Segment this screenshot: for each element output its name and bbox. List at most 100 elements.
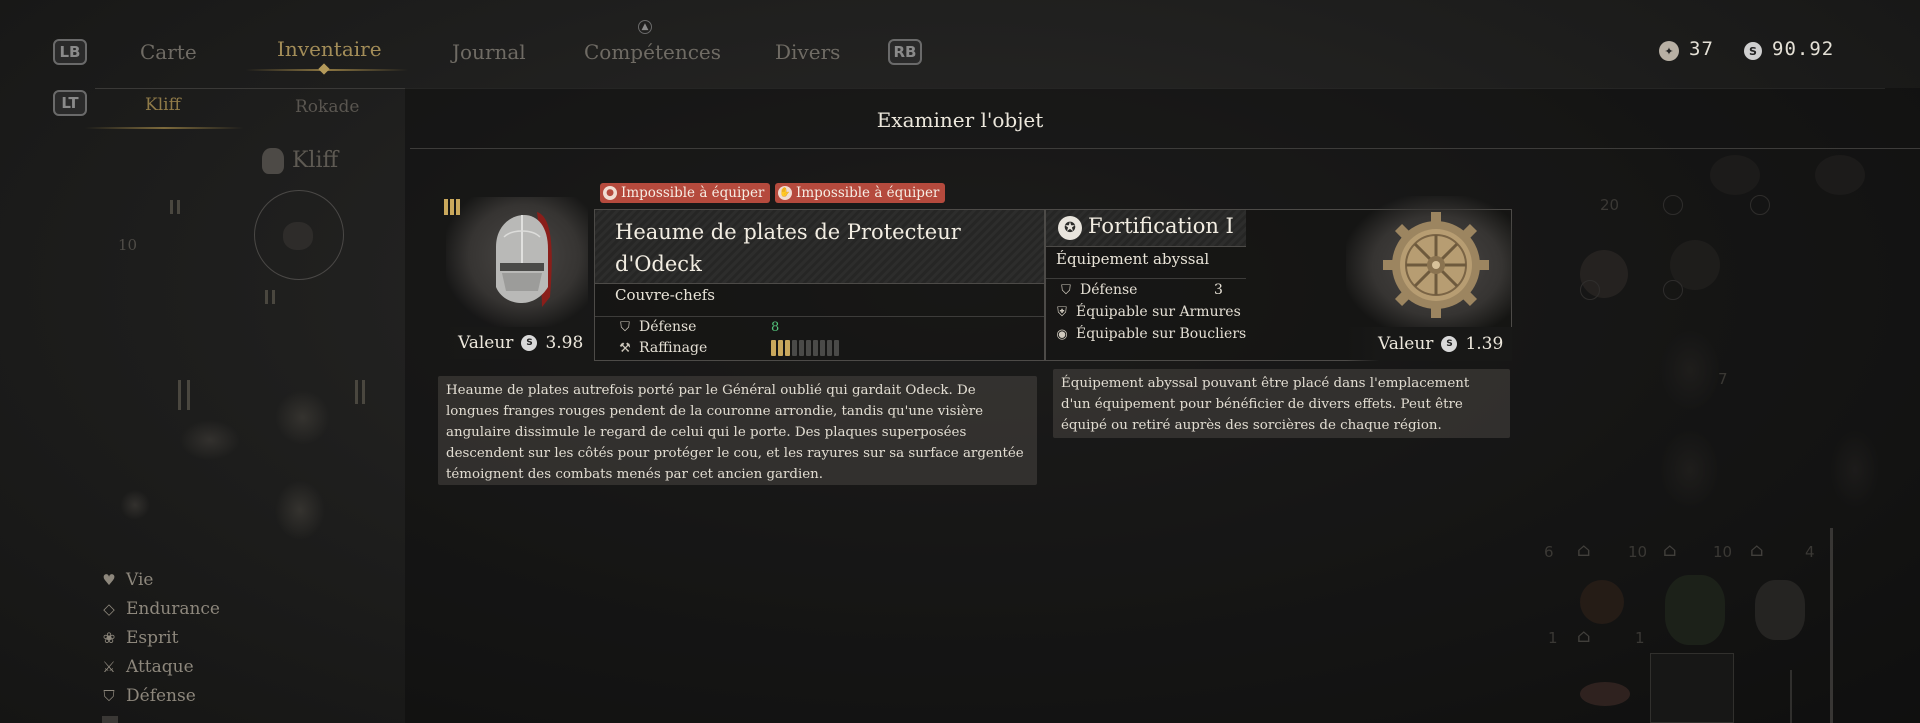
tab-journal[interactable]: Journal — [452, 40, 526, 64]
stat-esprit[interactable]: ❀ Esprit — [100, 628, 179, 648]
equipment-slot-legs[interactable] — [275, 480, 325, 540]
stamina-icon: ◇ — [103, 600, 115, 618]
helmet-icon — [496, 212, 552, 307]
item-category: Couvre-chefs — [615, 286, 715, 304]
stat-row-raffinage: ⚒ Raffinage — [617, 340, 839, 356]
refinement-pip — [799, 340, 804, 356]
stat-label: Défense — [126, 686, 196, 706]
tier-marker-icon — [355, 380, 365, 404]
silver-coin-icon: S — [1441, 336, 1458, 352]
tab-competences[interactable]: Compétences — [584, 40, 721, 64]
tab-divers[interactable]: Divers — [775, 40, 840, 64]
refinement-pip — [785, 340, 790, 356]
abyss-value: 37 — [1689, 38, 1714, 60]
abyss-item-name: Fortification I — [1088, 214, 1234, 238]
sword-icon: ⚔ — [102, 658, 116, 676]
helmet-slot-icon — [283, 222, 313, 250]
badge-label: Impossible à équiper — [796, 185, 940, 201]
rb-button[interactable]: RB — [888, 39, 922, 65]
item-image-panel: Valeur S 3.98 — [440, 187, 592, 359]
armor-icon: ⛨ — [1057, 304, 1067, 320]
silver-coin-icon: S — [1744, 42, 1762, 60]
stat-label: Raffinage — [639, 340, 708, 356]
spirit-icon: ❀ — [102, 629, 116, 647]
level-label: 10 — [118, 236, 138, 254]
refinement-pip — [820, 340, 825, 356]
abyss-category-divider — [1046, 278, 1246, 279]
tab-carte[interactable]: Carte — [140, 40, 197, 64]
abyss-item-value: Valeur S 1.39 — [1378, 327, 1503, 361]
tier-marker-icon — [170, 200, 180, 214]
equipment-slot-gloves[interactable] — [180, 420, 240, 460]
rb-label: RB — [893, 43, 917, 61]
stat-row-defense: ⛉ Défense 8 — [617, 319, 779, 335]
stat-vie[interactable]: ♥ Vie — [100, 570, 153, 590]
silver-coin-icon: S — [521, 335, 538, 351]
badge-label: Impossible à équiper — [621, 185, 765, 201]
gear-icon — [1383, 212, 1489, 318]
item-description: Heaume de plates autrefois porté par le … — [438, 376, 1037, 485]
item-info-card: Heaume de plates de Protecteur d'Odeck C… — [594, 209, 1045, 361]
stat-label: Défense — [639, 319, 697, 335]
abyss-gear-icon: ✪ — [1058, 216, 1082, 240]
abyss-header-divider — [1046, 246, 1246, 247]
refinement-pip — [792, 340, 797, 356]
helmet-silhouette-icon — [262, 148, 284, 174]
tier-marker-icon — [178, 380, 190, 410]
abyss-item-category: Équipement abyssal — [1056, 250, 1210, 268]
stat-defense[interactable]: ⛉ Défense — [100, 686, 196, 706]
shield-icon: ⛉ — [1061, 282, 1071, 298]
shield-icon: ⛉ — [620, 319, 630, 335]
stat-next-icon — [102, 716, 118, 723]
stat-label: Équipable sur Boucliers — [1076, 326, 1247, 342]
refinement-pip — [813, 340, 818, 356]
equip-restriction-badge: ● Impossible à équiper — [600, 183, 771, 203]
abyss-stat-defense: ⛉ Défense 3 — [1058, 282, 1223, 298]
item-header-divider — [595, 283, 1044, 284]
refinement-pip — [806, 340, 811, 356]
refinement-pip — [778, 340, 783, 356]
refinement-bar — [771, 340, 839, 356]
refinement-pip — [771, 340, 776, 356]
stat-label: Endurance — [126, 599, 220, 619]
equipment-slot-weapon[interactable] — [120, 490, 150, 520]
lb-label: LB — [59, 43, 81, 61]
hand-icon: ✋ — [778, 186, 792, 200]
item-category-divider — [595, 316, 1044, 317]
item-name: Heaume de plates de Protecteur d'Odeck — [615, 220, 961, 276]
tier-marker-icon — [265, 290, 275, 304]
silver-value: 90.92 — [1772, 38, 1835, 60]
abyss-item-card: ✪ Fortification I Équipement abyssal ⛉ D… — [1045, 196, 1512, 361]
abyss-coin-icon: ✦ — [1659, 41, 1679, 61]
refinement-pip — [827, 340, 832, 356]
character-name: Kliff — [292, 148, 339, 173]
abyss-item-description: Équipement abyssal pouvant être placé da… — [1053, 369, 1510, 438]
value-amount: 3.98 — [545, 333, 584, 353]
modal-title: Examiner l'objet — [876, 108, 1044, 132]
item-value: Valeur S 3.98 — [458, 327, 583, 359]
anvil-icon: ⚒ — [619, 340, 631, 356]
value-label: Valeur — [458, 333, 514, 353]
stat-label: Esprit — [126, 628, 179, 648]
abyss-equip-boucliers: ◉ Équipable sur Boucliers — [1054, 326, 1246, 342]
lb-button[interactable]: LB — [53, 39, 87, 65]
refinement-pip — [834, 340, 839, 356]
equipment-slot-chest[interactable] — [275, 390, 330, 445]
heart-icon: ♥ — [102, 571, 116, 589]
tab-inventaire[interactable]: Inventaire — [277, 37, 382, 61]
stat-label: Équipable sur Armures — [1076, 304, 1241, 320]
stat-attaque[interactable]: ⚔ Attaque — [100, 657, 194, 677]
abyss-equip-armures: ⛨ Équipable sur Armures — [1054, 304, 1241, 320]
equip-restriction-badge: ✋ Impossible à équiper — [775, 183, 946, 203]
value-amount: 1.39 — [1465, 334, 1504, 354]
stat-label: Défense — [1080, 282, 1138, 298]
shield-icon: ⛉ — [103, 687, 115, 705]
stat-label: Attaque — [126, 657, 194, 677]
value-label: Valeur — [1378, 334, 1434, 354]
stat-value: 3 — [1214, 282, 1223, 298]
round-shield-icon: ◉ — [1056, 326, 1068, 342]
head-icon: ● — [603, 186, 617, 200]
tier-marker-icon — [444, 199, 460, 215]
stat-label: Vie — [126, 570, 154, 590]
stat-endurance[interactable]: ◇ Endurance — [100, 599, 220, 619]
